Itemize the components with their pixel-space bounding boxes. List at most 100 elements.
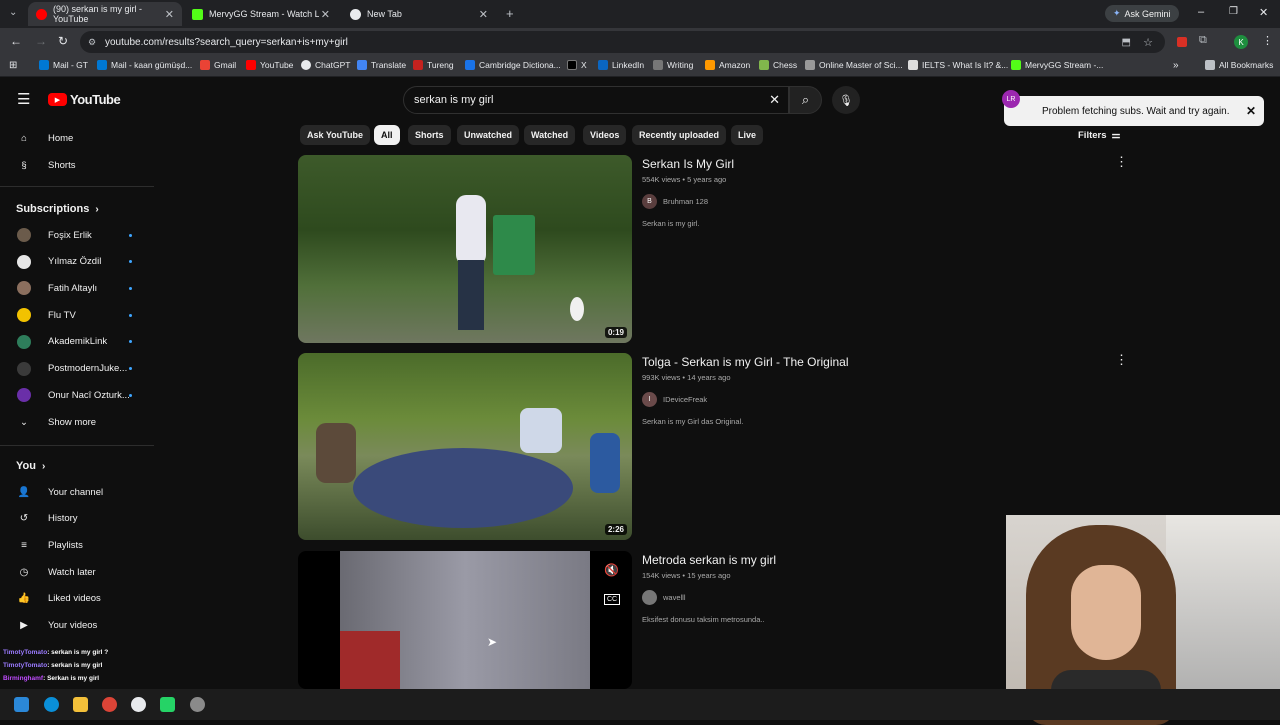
install-icon[interactable]: ⬒ bbox=[1122, 37, 1131, 48]
bookmark-online-master[interactable]: Online Master of Sci... bbox=[805, 60, 903, 70]
subscriptions-heading[interactable]: Subscriptions › bbox=[16, 203, 99, 215]
youtube-logo[interactable]: ▶ YouTube bbox=[48, 92, 121, 107]
video-title[interactable]: Tolga - Serkan is my Girl - The Original bbox=[642, 355, 1002, 369]
sidebar-item-channel[interactable]: 👤 Your channel bbox=[0, 479, 154, 505]
more-actions-icon[interactable]: ⋮ bbox=[1115, 353, 1128, 366]
edge-icon[interactable] bbox=[44, 697, 59, 712]
chrome-icon[interactable] bbox=[102, 697, 117, 712]
more-actions-icon[interactable]: ⋮ bbox=[1115, 155, 1128, 168]
minimize-icon[interactable]: – bbox=[1198, 6, 1204, 18]
sidebar-item-subscription[interactable]: AkademikLink bbox=[0, 329, 154, 355]
channel-link[interactable]: I IDeviceFreak bbox=[642, 392, 1002, 407]
bookmark-writing[interactable]: Writing bbox=[653, 60, 693, 70]
bookmark-chess[interactable]: Chess bbox=[759, 60, 797, 70]
bookmark-gmail[interactable]: Gmail bbox=[200, 60, 236, 70]
back-icon[interactable]: ← bbox=[10, 34, 22, 48]
profile-avatar[interactable]: K bbox=[1234, 35, 1248, 49]
search-input[interactable]: serkan is my girl ✕ bbox=[403, 86, 789, 114]
filters-button[interactable]: Filters ⚌ bbox=[1078, 130, 1120, 141]
browser-menu-icon[interactable]: ⋮ bbox=[1262, 34, 1273, 47]
video-preview[interactable]: 🔇 CC bbox=[298, 551, 632, 689]
file-explorer-icon[interactable] bbox=[73, 697, 88, 712]
sidebar-item-your-videos[interactable]: ▶ Your videos bbox=[0, 613, 154, 639]
sidebar-item-subscription[interactable]: PostmodernJuke... bbox=[0, 356, 154, 382]
captions-icon[interactable]: CC bbox=[604, 594, 621, 605]
chip-shorts[interactable]: Shorts bbox=[408, 125, 451, 145]
sidebar-item-subscription[interactable]: Yılmaz Özdil bbox=[0, 249, 154, 275]
chip-unwatched[interactable]: Unwatched bbox=[457, 125, 520, 145]
chatgpt-app-icon[interactable] bbox=[131, 697, 146, 712]
tab-search-icon[interactable]: ⌄ bbox=[9, 7, 17, 18]
restore-icon[interactable]: ❐ bbox=[1229, 6, 1238, 17]
sidebar-item-shorts[interactable]: § Shorts bbox=[0, 152, 154, 178]
windows-start-icon[interactable] bbox=[14, 697, 29, 712]
bookmark-chatgpt[interactable]: ChatGPT bbox=[301, 60, 350, 70]
video-title[interactable]: Serkan Is My Girl bbox=[642, 157, 1002, 171]
tab-youtube[interactable]: (90) serkan is my girl - YouTube ✕ bbox=[28, 2, 182, 26]
close-tab-icon[interactable]: ✕ bbox=[165, 8, 174, 21]
tab-mervygg[interactable]: MervyGG Stream - Watch Live o ✕ bbox=[184, 2, 338, 26]
address-bar[interactable]: ⚙ youtube.com/results?search_query=serka… bbox=[80, 31, 1165, 53]
channel-link[interactable]: wavelll bbox=[642, 590, 1002, 605]
close-tab-icon[interactable]: ✕ bbox=[479, 8, 488, 21]
chip-recently-uploaded[interactable]: Recently uploaded bbox=[632, 125, 727, 145]
voice-search-button[interactable]: 🎙 bbox=[832, 86, 860, 114]
sidebar-item-subscription[interactable]: Foşix Erlik bbox=[0, 222, 154, 248]
bookmark-mail-gt[interactable]: Mail - GT bbox=[39, 60, 88, 70]
sidebar-item-subscription[interactable]: Fatih Altaylı bbox=[0, 275, 154, 301]
channel-link[interactable]: B Bruhman 128 bbox=[642, 194, 1002, 209]
all-bookmarks[interactable]: All Bookmarks bbox=[1205, 60, 1273, 70]
close-toast-icon[interactable]: ✕ bbox=[1246, 104, 1256, 118]
sidebar-item-home[interactable]: ⌂ Home bbox=[0, 125, 154, 151]
site-info-icon[interactable]: ⚙ bbox=[88, 37, 96, 48]
settings-icon[interactable] bbox=[190, 697, 205, 712]
bookmark-mervygg[interactable]: MervyGG Stream -... bbox=[1011, 60, 1103, 70]
chip-live[interactable]: Live bbox=[731, 125, 764, 145]
clear-search-icon[interactable]: ✕ bbox=[769, 92, 780, 108]
bookmark-mail-kaan[interactable]: Mail - kaan gümüşd... bbox=[97, 60, 192, 70]
bookmark-x[interactable]: X bbox=[567, 60, 587, 70]
bookmark-ielts[interactable]: IELTS - What Is It? &... bbox=[908, 60, 1008, 70]
bookmark-tureng[interactable]: Tureng bbox=[413, 60, 454, 70]
extensions-puzzle-icon[interactable]: ⧉ bbox=[1199, 34, 1207, 47]
sidebar-item-history[interactable]: ↺ History bbox=[0, 506, 154, 532]
new-tab-icon[interactable]: + bbox=[506, 6, 514, 21]
hamburger-menu-icon[interactable]: ☰ bbox=[17, 90, 30, 108]
close-window-icon[interactable]: ✕ bbox=[1259, 6, 1268, 19]
video-thumbnail[interactable]: 0:19 bbox=[298, 155, 632, 343]
reload-icon[interactable]: ↻ bbox=[58, 34, 68, 48]
video-info[interactable]: Serkan Is My Girl 554K views • 5 years a… bbox=[642, 157, 1002, 228]
chip-watched[interactable]: Watched bbox=[524, 125, 576, 145]
forward-icon[interactable]: → bbox=[35, 34, 47, 48]
bookmark-cambridge[interactable]: Cambridge Dictiona... bbox=[465, 60, 561, 70]
show-more-button[interactable]: ⌄ Show more bbox=[0, 409, 154, 435]
chip-videos[interactable]: Videos bbox=[583, 125, 627, 145]
sidebar-item-playlists[interactable]: ≡ Playlists bbox=[0, 532, 154, 558]
bookmark-star-icon[interactable]: ☆ bbox=[1143, 36, 1153, 49]
bookmark-linkedin[interactable]: LinkedIn bbox=[598, 60, 644, 70]
bookmark-translate[interactable]: Translate bbox=[357, 60, 406, 70]
sidebar-item-watch-later[interactable]: ◷ Watch later bbox=[0, 559, 154, 585]
mute-icon[interactable]: 🔇 bbox=[604, 563, 619, 577]
extension-icon[interactable] bbox=[1177, 37, 1187, 47]
chip-ask-youtube[interactable]: Ask YouTube bbox=[300, 125, 371, 145]
close-tab-icon[interactable]: ✕ bbox=[321, 8, 330, 21]
video-info[interactable]: Metroda serkan is my girl 154K views • 1… bbox=[642, 553, 1002, 624]
video-thumbnail[interactable]: 2:26 bbox=[298, 353, 632, 540]
more-bookmarks-icon[interactable]: » bbox=[1173, 60, 1179, 71]
sidebar-item-subscription[interactable]: Flu TV bbox=[0, 302, 154, 328]
whatsapp-icon[interactable] bbox=[160, 697, 175, 712]
bookmark-youtube[interactable]: YouTube bbox=[246, 60, 293, 70]
sidebar-item-subscription[interactable]: Onur Nacî Ozturk... bbox=[0, 382, 154, 408]
tab-new[interactable]: New Tab ✕ bbox=[342, 2, 496, 26]
sidebar-item-liked[interactable]: 👍 Liked videos bbox=[0, 586, 154, 612]
bookmark-amazon[interactable]: Amazon bbox=[705, 60, 750, 70]
chip-all[interactable]: All bbox=[374, 125, 400, 145]
you-heading[interactable]: You › bbox=[16, 460, 45, 472]
apps-grid-icon[interactable]: ⊞ bbox=[9, 60, 17, 71]
video-title[interactable]: Metroda serkan is my girl bbox=[642, 553, 1002, 567]
mail-icon bbox=[39, 60, 49, 70]
search-button[interactable]: ⌕ bbox=[789, 86, 822, 114]
ask-gemini-button[interactable]: ✦ Ask Gemini bbox=[1105, 5, 1179, 22]
video-info[interactable]: Tolga - Serkan is my Girl - The Original… bbox=[642, 355, 1002, 426]
